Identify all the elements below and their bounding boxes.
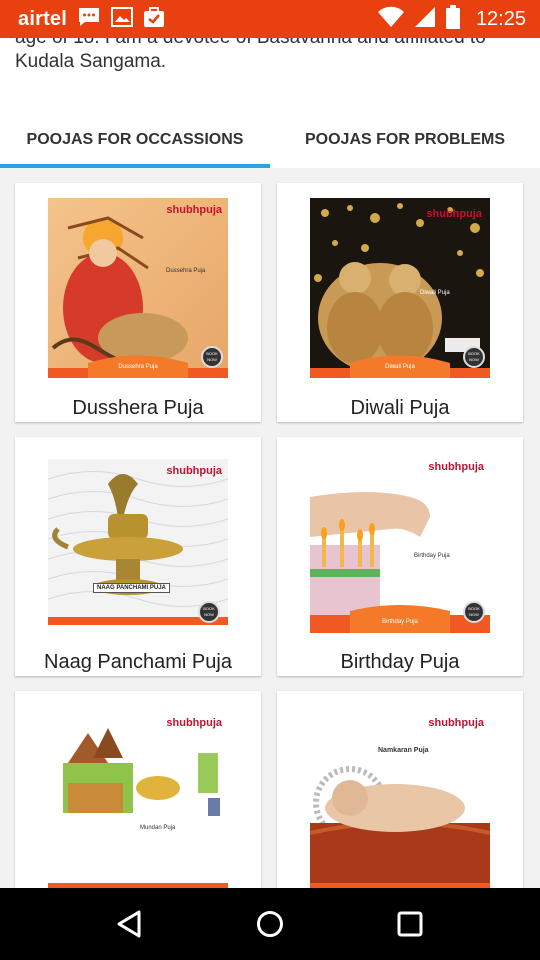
back-button[interactable] bbox=[100, 894, 160, 954]
book-now-badge: BOOK NOW bbox=[463, 601, 485, 623]
battery-icon bbox=[445, 4, 460, 34]
book-now-badge: BOOK NOW bbox=[201, 346, 223, 368]
tab-bar: POOJAS FOR OCCASSIONS POOJAS FOR PROBLEM… bbox=[0, 112, 540, 168]
carrier-name: airtel bbox=[18, 7, 68, 30]
image-caption: NAAG PANCHAMI PUJA bbox=[93, 583, 170, 593]
logo: shubhpuja bbox=[166, 465, 222, 477]
recents-button[interactable] bbox=[380, 894, 440, 954]
pooja-card-birthday[interactable]: shubhpuja Birthday Puja Birthday Puja BO… bbox=[277, 437, 523, 676]
status-bar: airtel 12:25 bbox=[0, 0, 540, 38]
book-now-text: BOOK NOW bbox=[468, 606, 480, 617]
namkaran-image: shubhpuja Namkaran Puja bbox=[310, 713, 490, 888]
bag-check-icon bbox=[143, 6, 165, 33]
pooja-card-naag-panchami[interactable]: shubhpuja NAAG PANCHAMI PUJA BOOK NOW Na… bbox=[15, 437, 261, 676]
recents-icon bbox=[397, 911, 423, 937]
main-content[interactable]: age of 18. I am a devotee of Basavanna a… bbox=[0, 38, 540, 888]
image-caption: Mundan Puja bbox=[140, 825, 176, 831]
image-caption: Birthday Puja bbox=[414, 553, 450, 559]
home-button[interactable] bbox=[240, 894, 300, 954]
pooja-card-mundan[interactable]: shubhpuja Mundan Puja bbox=[15, 691, 261, 888]
clock: 12:25 bbox=[475, 7, 526, 30]
intro-text: age of 18. I am a devotee of Basavanna a… bbox=[15, 38, 486, 72]
image-caption: Diwali Puja bbox=[420, 290, 450, 296]
logo: shubhpuja bbox=[428, 461, 484, 473]
book-now-text: BOOK NOW bbox=[468, 351, 480, 362]
book-now-badge: BOOK NOW bbox=[198, 601, 220, 623]
dusshera-image: shubhpuja Dussehra Puja Dussehra Puja BO… bbox=[48, 198, 228, 378]
mundan-image: shubhpuja Mundan Puja bbox=[48, 713, 228, 888]
book-now-badge: BOOK NOW bbox=[463, 346, 485, 368]
naag-panchami-image: shubhpuja NAAG PANCHAMI PUJA BOOK NOW bbox=[48, 459, 228, 625]
logo: shubhpuja bbox=[428, 717, 484, 729]
pooja-card-diwali[interactable]: shubhpuja Diwali Puja Diwali Puja BOOK N… bbox=[277, 183, 523, 422]
tab-label: POOJAS FOR OCCASSIONS bbox=[26, 131, 244, 148]
banner-label: Diwali Puja bbox=[385, 364, 415, 370]
pooja-card-title: Naag Panchami Puja bbox=[44, 651, 232, 673]
banner-label: Birthday Puja bbox=[382, 619, 418, 625]
navigation-bar bbox=[0, 888, 540, 960]
tab-poojas-for-occasions[interactable]: POOJAS FOR OCCASSIONS bbox=[0, 112, 270, 168]
message-icon bbox=[77, 6, 101, 33]
pooja-card-title: Diwali Puja bbox=[350, 397, 450, 419]
logo: shubhpuja bbox=[426, 208, 482, 220]
pooja-card-title: Birthday Puja bbox=[340, 651, 460, 673]
logo: shubhpuja bbox=[166, 717, 222, 729]
pooja-card-namkaran[interactable]: shubhpuja Namkaran Puja bbox=[277, 691, 523, 888]
pooja-card-title: Dusshera Puja bbox=[72, 397, 204, 419]
logo: shubhpuja bbox=[166, 204, 222, 216]
image-caption: Dussehra Puja bbox=[166, 268, 206, 274]
wifi-icon bbox=[377, 6, 404, 33]
book-now-text: BOOK NOW bbox=[203, 606, 215, 617]
tab-poojas-for-problems[interactable]: POOJAS FOR PROBLEMS bbox=[270, 112, 540, 168]
pooja-grid[interactable]: shubhpuja Dussehra Puja Dussehra Puja BO… bbox=[0, 168, 540, 888]
tab-label: POOJAS FOR PROBLEMS bbox=[304, 131, 506, 148]
book-now-text: BOOK NOW bbox=[206, 351, 218, 362]
image-icon bbox=[111, 6, 134, 32]
birthday-image: shubhpuja Birthday Puja Birthday Puja BO… bbox=[310, 457, 490, 633]
image-caption: Namkaran Puja bbox=[378, 747, 429, 754]
signal-icon bbox=[414, 6, 436, 33]
back-icon bbox=[117, 910, 141, 938]
home-icon bbox=[257, 911, 283, 937]
diwali-image: shubhpuja Diwali Puja Diwali Puja BOOK N… bbox=[310, 198, 490, 378]
pooja-card-dusshera[interactable]: shubhpuja Dussehra Puja Dussehra Puja BO… bbox=[15, 183, 261, 422]
banner-label: Dussehra Puja bbox=[118, 364, 158, 370]
